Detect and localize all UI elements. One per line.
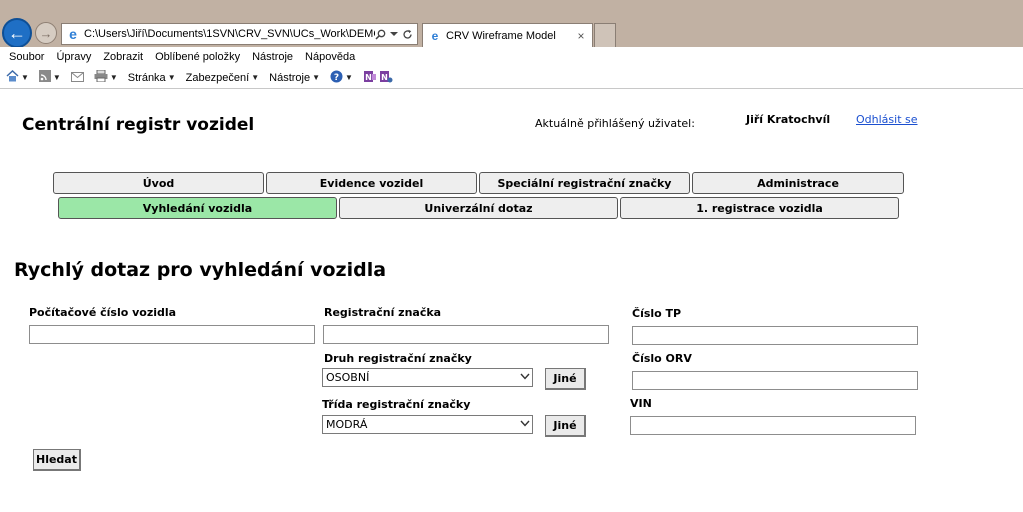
print-icon[interactable] xyxy=(94,69,108,85)
forward-button[interactable]: → xyxy=(35,22,57,44)
arrow-right-icon: → xyxy=(39,25,53,41)
help-icon[interactable]: ? xyxy=(330,70,343,86)
current-user-name: Jiří Kratochvíl xyxy=(746,113,831,126)
onenote-icon[interactable]: N xyxy=(363,70,377,86)
ie-page-icon: e xyxy=(69,26,77,42)
chevron-down-icon[interactable]: ▼ xyxy=(312,73,320,82)
menu-help[interactable]: Nápověda xyxy=(305,51,355,63)
new-tab-button[interactable] xyxy=(594,23,616,47)
search-icon[interactable] xyxy=(375,29,386,40)
tab-administration[interactable]: Administrace xyxy=(692,172,904,194)
plate-input[interactable] xyxy=(323,325,609,344)
plate-type-select[interactable]: OSOBNÍ xyxy=(322,368,533,387)
address-tools xyxy=(375,29,417,40)
tab-title: CRV Wireframe Model xyxy=(446,29,556,42)
chevron-down-icon xyxy=(518,420,532,430)
search-button[interactable]: Hledat xyxy=(33,449,81,471)
plate-class-select[interactable]: MODRÁ xyxy=(322,415,533,434)
rss-feed-icon[interactable] xyxy=(38,70,51,85)
back-button[interactable]: ← xyxy=(2,18,32,48)
tp-number-input[interactable] xyxy=(632,326,918,345)
chevron-down-icon xyxy=(518,373,532,383)
orv-number-input[interactable] xyxy=(632,371,918,390)
plate-type-other-button[interactable]: Jiné xyxy=(545,368,586,390)
logout-link[interactable]: Odhlásit se xyxy=(856,113,918,126)
chevron-down-icon[interactable]: ▼ xyxy=(110,73,118,82)
current-user-label: Aktuálně přihlášený uživatel: xyxy=(535,117,695,130)
menu-file[interactable]: Soubor xyxy=(9,51,44,63)
chevron-down-icon[interactable]: ▼ xyxy=(21,73,29,82)
plate-class-other-button[interactable]: Jiné xyxy=(545,415,586,437)
plate-label: Registrační značka xyxy=(324,306,442,319)
plate-class-label: Třída registrační značky xyxy=(322,398,471,411)
plate-type-label: Druh registrační značky xyxy=(324,352,472,365)
vin-input[interactable] xyxy=(630,416,916,435)
svg-text:?: ? xyxy=(334,73,339,83)
address-bar[interactable]: e C:\Users\Jiří\Documents\1SVN\CRV_SVN\U… xyxy=(61,23,418,45)
onenote-linked-icon[interactable]: N xyxy=(379,70,393,86)
arrow-left-icon: ← xyxy=(8,22,26,43)
refresh-icon[interactable] xyxy=(402,29,413,40)
tab-intro[interactable]: Úvod xyxy=(53,172,264,194)
subtab-first-registration[interactable]: 1. registrace vozidla xyxy=(620,197,899,219)
mail-icon[interactable] xyxy=(70,71,84,85)
plate-class-value: MODRÁ xyxy=(326,418,368,431)
chevron-down-icon[interactable]: ▼ xyxy=(168,73,176,82)
command-tools[interactable]: Nástroje xyxy=(269,72,310,84)
subtab-vehicle-search[interactable]: Vyhledání vozidla xyxy=(58,197,337,219)
dropdown-icon[interactable] xyxy=(390,31,398,37)
command-page[interactable]: Stránka xyxy=(128,72,166,84)
command-security[interactable]: Zabezpečení xyxy=(186,72,250,84)
address-text[interactable]: C:\Users\Jiří\Documents\1SVN\CRV_SVN\UCs… xyxy=(84,28,375,40)
chevron-down-icon[interactable]: ▼ xyxy=(251,73,259,82)
chevron-down-icon[interactable]: ▼ xyxy=(53,73,61,82)
orv-number-label: Číslo ORV xyxy=(632,352,692,365)
svg-text:N: N xyxy=(381,73,388,82)
chevron-down-icon[interactable]: ▼ xyxy=(345,73,353,82)
browser-tab[interactable]: e CRV Wireframe Model × xyxy=(422,23,593,47)
computer-number-label: Počítačové číslo vozidla xyxy=(29,306,177,319)
ie-tab-icon: e xyxy=(431,28,439,43)
page-title: Rychlý dotaz pro vyhledání vozidla xyxy=(14,259,387,281)
browser-titlebar: ← → e C:\Users\Jiří\Documents\1SVN\CRV_S… xyxy=(0,0,1023,48)
menu-edit[interactable]: Úpravy xyxy=(56,51,91,63)
menu-favorites[interactable]: Oblíbené položky xyxy=(155,51,240,63)
svg-text:N: N xyxy=(365,73,372,82)
vin-label: VIN xyxy=(630,397,652,410)
subtab-universal-query[interactable]: Univerzální dotaz xyxy=(339,197,618,219)
close-icon[interactable]: × xyxy=(574,29,588,43)
menu-view[interactable]: Zobrazit xyxy=(103,51,143,63)
home-icon[interactable] xyxy=(6,69,19,85)
tab-special-plates[interactable]: Speciální registrační značky xyxy=(479,172,690,194)
menu-tools[interactable]: Nástroje xyxy=(252,51,293,63)
menu-bar: Soubor Úpravy Zobrazit Oblíbené položky … xyxy=(0,47,1023,67)
tab-vehicle-records[interactable]: Evidence vozidel xyxy=(266,172,477,194)
tp-number-label: Číslo TP xyxy=(632,307,682,320)
app-title: Centrální registr vozidel xyxy=(22,115,255,135)
plate-type-value: OSOBNÍ xyxy=(326,371,370,384)
command-bar: ▼ ▼ ▼ Stránka ▼ Zabezpečení ▼ Nástroje ▼… xyxy=(0,67,1023,89)
computer-number-input[interactable] xyxy=(29,325,315,344)
